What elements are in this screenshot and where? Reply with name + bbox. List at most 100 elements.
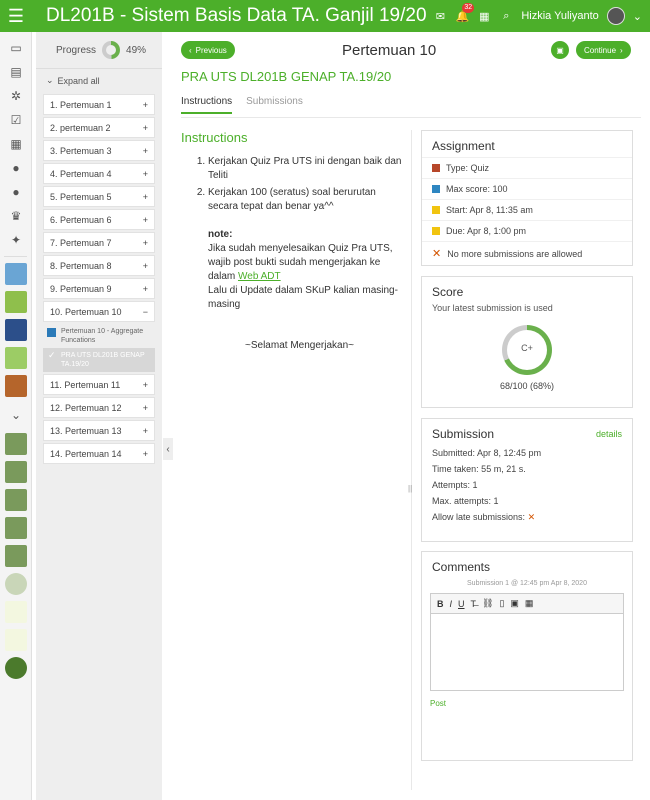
outline-sub-item[interactable]: Pertemuan 10 - Aggregate Funcations xyxy=(43,324,155,348)
outline-week[interactable]: 11. Pertemuan 11 + xyxy=(43,374,155,395)
submission-card: Submission details Submitted: Apr 8, 12:… xyxy=(421,418,633,542)
course-thumb-icon[interactable] xyxy=(4,545,27,567)
max-score: Max score: 100 xyxy=(446,184,508,194)
tabs-divider xyxy=(181,117,641,118)
chevron-down-icon[interactable]: ⌄ xyxy=(633,10,642,23)
link-icon[interactable]: ⛓ xyxy=(482,598,493,609)
expand-all-label: Expand all xyxy=(57,75,100,86)
page-title: Pertemuan 10 xyxy=(342,42,437,59)
expand-all[interactable]: ⌄ Expand all xyxy=(36,68,162,92)
sub-item-label: PRA UTS DL201B GENAP TA.19/20 xyxy=(61,352,145,368)
comment-input[interactable] xyxy=(431,614,623,690)
progress-row: Progress 49% xyxy=(36,32,162,68)
sidebar-toggle-button[interactable]: ▣ xyxy=(551,41,569,59)
course-thumb-icon[interactable] xyxy=(4,573,27,595)
image-icon[interactable]: ▣ xyxy=(510,598,519,609)
course-thumb-icon[interactable] xyxy=(4,291,27,313)
tab-submissions[interactable]: Submissions xyxy=(246,96,303,114)
underline-icon[interactable]: U xyxy=(458,599,465,609)
calendar-icon[interactable]: ▦ xyxy=(477,9,491,23)
tabs: Instructions Submissions xyxy=(181,96,303,114)
progress-percent: 49% xyxy=(126,44,147,56)
outline-week[interactable]: 14. Pertemuan 14 + xyxy=(43,443,155,464)
checklist-icon[interactable]: ☑ xyxy=(0,108,32,132)
course-thumb-icon[interactable] xyxy=(4,433,27,455)
due-date: Due: Apr 8, 1:00 pm xyxy=(446,226,527,236)
expand-icon: + xyxy=(142,191,148,202)
week-label: 7. Pertemuan 7 xyxy=(50,237,112,248)
score-grade: C+ xyxy=(521,343,533,353)
course-thumb-icon[interactable] xyxy=(4,489,27,511)
note-block: note: Jika sudah menyelesaikan Quiz Pra … xyxy=(181,228,406,312)
person-icon[interactable]: ● xyxy=(0,156,32,180)
home-icon[interactable]: ▭ xyxy=(0,36,32,60)
course-thumb-icon[interactable] xyxy=(4,629,27,651)
table-icon[interactable]: ▦ xyxy=(525,598,534,609)
list-item: Kerjakan Quiz Pra UTS ini dengan baik da… xyxy=(208,155,406,183)
course-thumb-icon[interactable] xyxy=(4,461,27,483)
drag-handle-icon[interactable]: || xyxy=(408,484,412,493)
course-thumb-icon[interactable] xyxy=(4,601,27,623)
check-icon: ✓ xyxy=(48,350,56,360)
assignment-title: Assignment xyxy=(432,139,495,153)
outline-sub-item-active[interactable]: ✓ PRA UTS DL201B GENAP TA.19/20 xyxy=(43,348,155,372)
italic-icon[interactable]: I xyxy=(450,599,453,609)
file-icon[interactable]: ▯ xyxy=(499,598,504,609)
previous-button[interactable]: ‹ Previous xyxy=(181,41,235,59)
bell-icon[interactable]: 🔔 32 xyxy=(455,3,475,23)
outline-week[interactable]: 4. Pertemuan 4 + xyxy=(43,163,155,184)
table-icon[interactable]: ▦ xyxy=(0,132,32,156)
search-icon[interactable]: ⌕ xyxy=(499,9,513,23)
app-title: DL201B - Sistem Basis Data TA. Ganjil 19… xyxy=(46,5,427,26)
bold-icon[interactable]: B xyxy=(437,599,444,609)
start-date: Start: Apr 8, 11:35 am xyxy=(446,205,533,215)
outline-week[interactable]: 10. Pertemuan 10 − xyxy=(43,301,155,322)
clear-format-icon[interactable]: T̶ xyxy=(471,599,477,609)
course-thumb-icon[interactable] xyxy=(4,347,27,369)
avatar[interactable] xyxy=(606,7,625,25)
closing-text: ~Selamat Mengerjakan~ xyxy=(245,340,354,351)
gear-icon[interactable]: ✲ xyxy=(0,84,32,108)
attempts: Attempts: 1 xyxy=(432,480,478,490)
sidebar-collapse-handle[interactable]: ‹ xyxy=(163,438,173,460)
news-icon[interactable]: ▤ xyxy=(0,60,32,84)
document-icon xyxy=(47,328,56,337)
outline-week[interactable]: 1. Pertemuan 1 + xyxy=(43,94,155,115)
trophy-icon[interactable]: ♛ xyxy=(0,204,32,228)
week-label: 9. Pertemuan 9 xyxy=(50,283,112,294)
course-thumb-icon[interactable] xyxy=(4,517,27,539)
post-button[interactable]: Post xyxy=(422,691,632,718)
group-icon[interactable]: ✦ xyxy=(0,228,32,252)
outline-week[interactable]: 7. Pertemuan 7 + xyxy=(43,232,155,253)
continue-button[interactable]: Continue › xyxy=(576,41,631,59)
course-outline-sidebar: Progress 49% ⌄ Expand all 1. Pertemuan 1… xyxy=(36,32,162,800)
course-thumb-icon[interactable] xyxy=(4,263,27,285)
web-adt-link[interactable]: Web ADT xyxy=(238,271,281,282)
editor-toolbar: B I U T̶ ⛓ ▯ ▣ ▦ xyxy=(431,594,623,614)
comment-editor: B I U T̶ ⛓ ▯ ▣ ▦ xyxy=(430,593,624,691)
outline-week[interactable]: 2. pertemuan 2 + xyxy=(43,117,155,138)
expand-icon: + xyxy=(142,402,148,413)
course-thumb-icon[interactable] xyxy=(4,375,27,397)
menu-icon[interactable]: ☰ xyxy=(0,0,32,32)
outline-week[interactable]: 3. Pertemuan 3 + xyxy=(43,140,155,161)
mail-icon[interactable]: ✉ xyxy=(433,9,447,23)
outline-week[interactable]: 6. Pertemuan 6 + xyxy=(43,209,155,230)
user-icon[interactable]: ● xyxy=(0,180,32,204)
chevron-down-icon[interactable]: ⌄ xyxy=(0,403,32,427)
outline-week[interactable]: 13. Pertemuan 13 + xyxy=(43,420,155,441)
progress-label: Progress xyxy=(56,44,97,56)
outline-week[interactable]: 8. Pertemuan 8 + xyxy=(43,255,155,276)
outline-week[interactable]: 9. Pertemuan 9 + xyxy=(43,278,155,299)
user-name[interactable]: Hizkia Yuliyanto xyxy=(521,10,598,22)
tab-instructions[interactable]: Instructions xyxy=(181,96,233,114)
course-thumb-icon[interactable] xyxy=(4,657,27,679)
submission-status-row: ✕ No more submissions are allowed xyxy=(422,241,632,265)
outline-week[interactable]: 12. Pertemuan 12 + xyxy=(43,397,155,418)
course-thumb-icon[interactable] xyxy=(4,319,27,341)
details-link[interactable]: details xyxy=(596,429,622,439)
expand-icon: + xyxy=(142,425,148,436)
expand-icon: + xyxy=(142,260,148,271)
week-label: 6. Pertemuan 6 xyxy=(50,214,112,225)
outline-week[interactable]: 5. Pertemuan 5 + xyxy=(43,186,155,207)
